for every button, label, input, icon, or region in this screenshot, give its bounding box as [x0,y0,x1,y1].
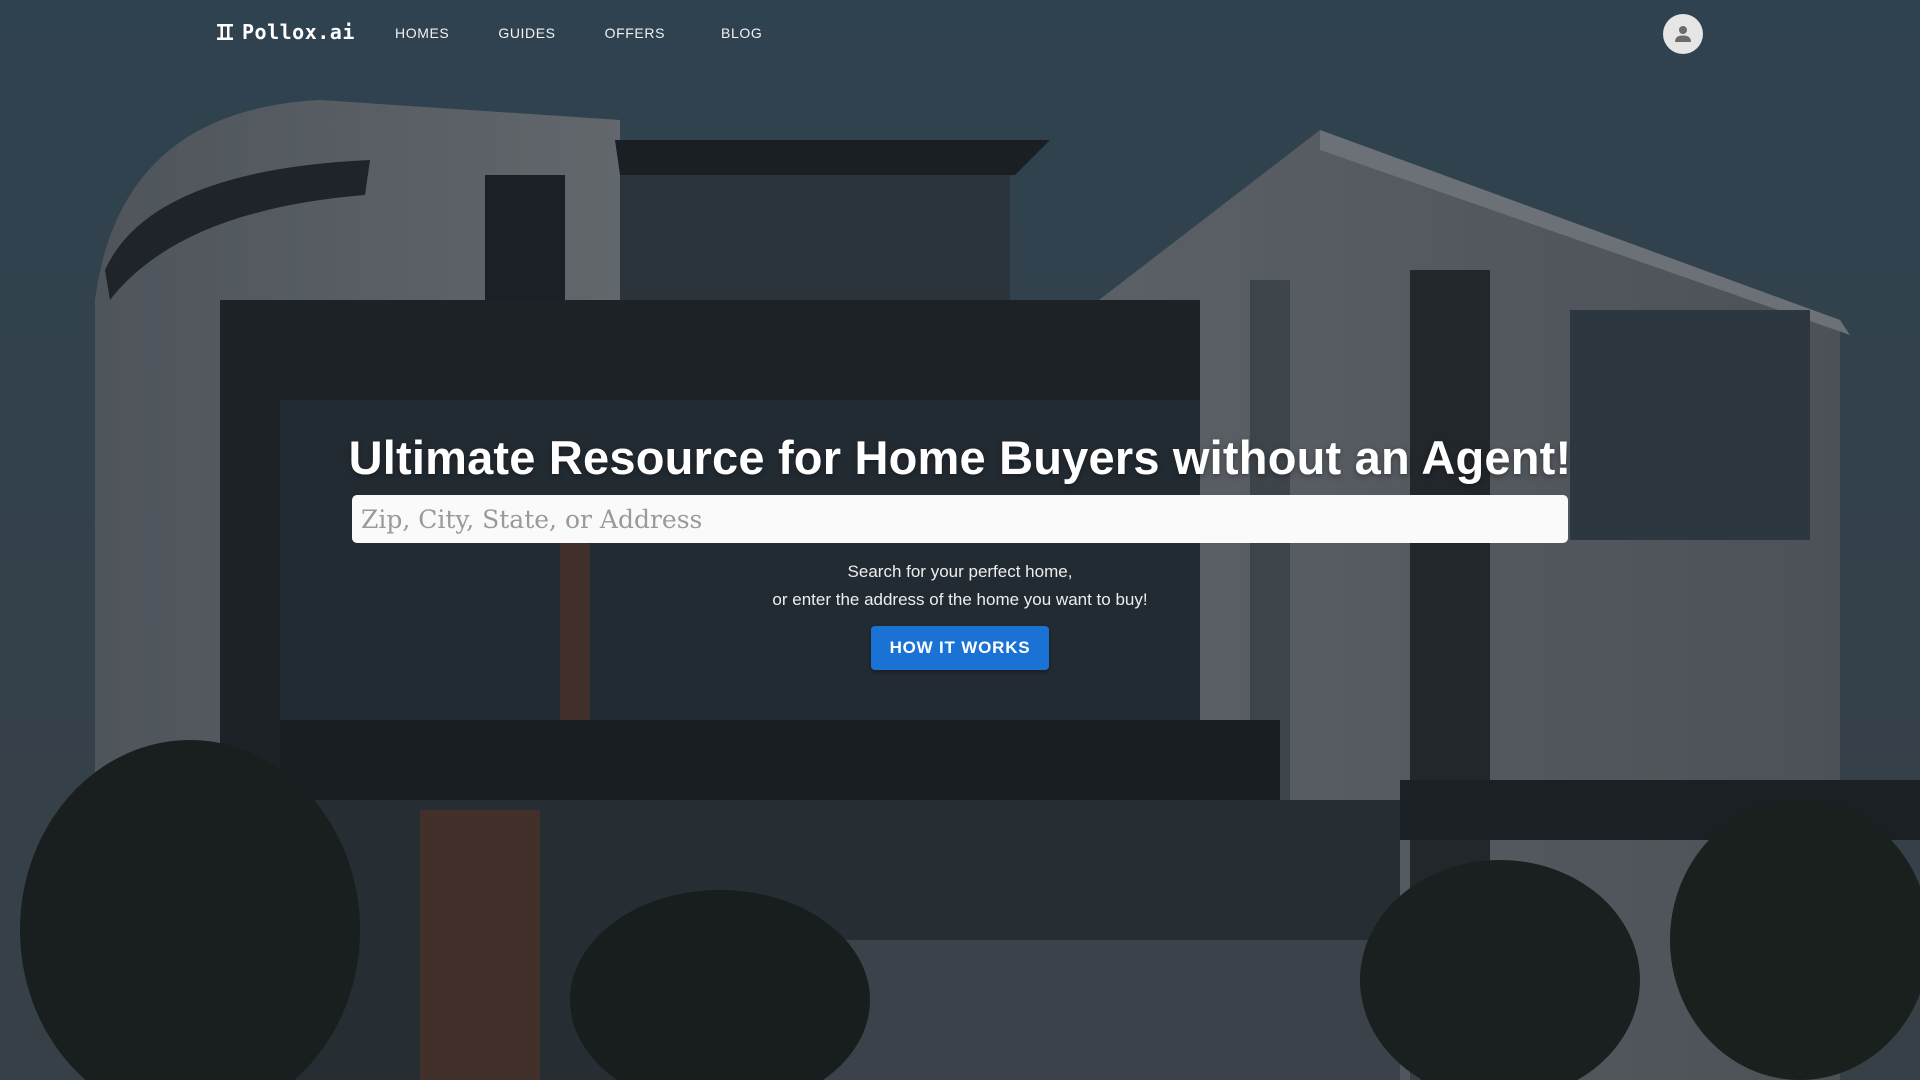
nav-item-blog[interactable]: BLOG [721,25,762,41]
hero-content: Ultimate Resource for Home Buyers withou… [0,430,1920,670]
hero-headline: Ultimate Resource for Home Buyers withou… [348,431,1572,484]
hero-subtext: Search for your perfect home, or enter t… [772,558,1147,614]
hero-subtext-line-2: or enter the address of the home you wan… [772,590,1148,609]
user-avatar-icon [1675,26,1691,42]
hero-section: Pollox.ai HOMES GUIDES OFFERS BLOG Ultim… [0,0,1920,1080]
location-search-input[interactable] [352,495,1568,543]
nav-item-offers[interactable]: OFFERS [605,25,665,41]
pi-logo-icon [216,22,234,42]
brand-logo[interactable]: Pollox.ai [216,20,355,44]
brand-name: Pollox.ai [242,20,355,44]
how-it-works-button[interactable]: HOW IT WORKS [871,626,1049,670]
top-navigation: Pollox.ai HOMES GUIDES OFFERS BLOG [0,0,1920,68]
nav-menu: HOMES GUIDES OFFERS BLOG [395,25,811,41]
user-avatar-button[interactable] [1663,14,1703,54]
nav-item-homes[interactable]: HOMES [395,25,449,41]
nav-item-guides[interactable]: GUIDES [498,25,555,41]
hero-subtext-line-1: Search for your perfect home, [847,562,1073,581]
